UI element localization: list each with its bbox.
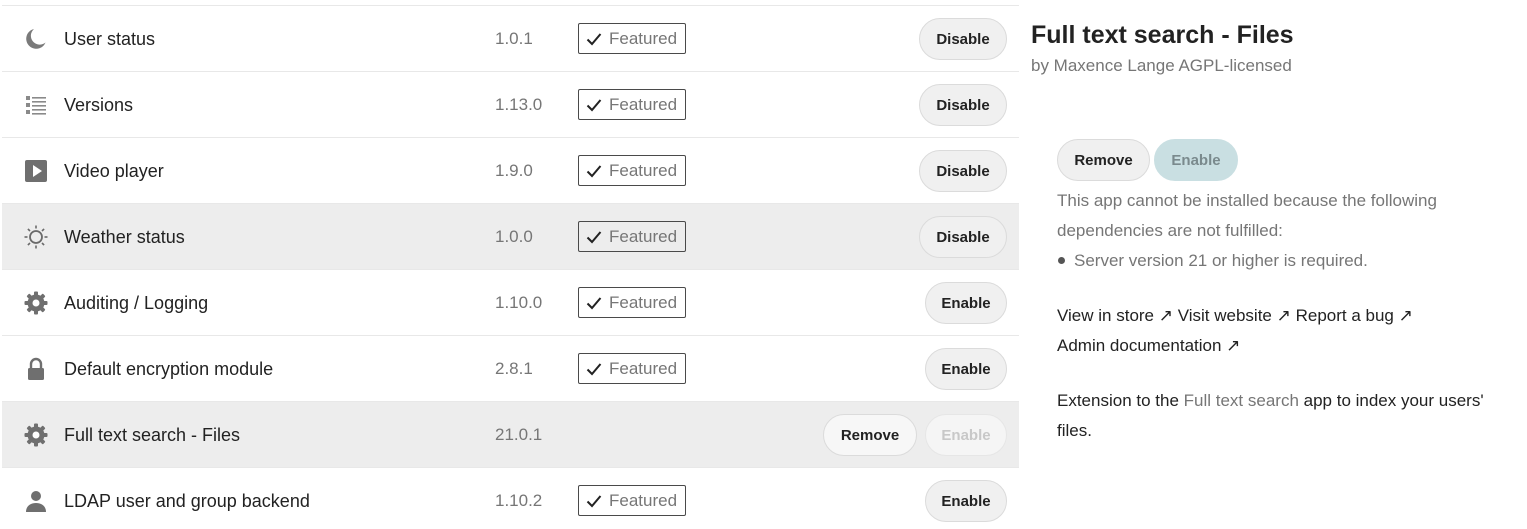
check-icon: [586, 362, 602, 375]
app-row[interactable]: Full text search - Files 21.0.1 Remove Enab…: [2, 402, 1019, 468]
app-row[interactable]: Auditing / Logging 1.10.0 Featured Enable: [2, 270, 1019, 336]
app-version: 21.0.1: [495, 425, 543, 444]
details-enable-button[interactable]: Enable: [1154, 139, 1238, 181]
app-name[interactable]: Weather status: [64, 204, 185, 270]
app-version: 1.10.0: [495, 293, 543, 312]
enable-button[interactable]: Enable: [925, 480, 1007, 522]
remove-button[interactable]: Remove: [823, 414, 917, 456]
moon-icon: [24, 27, 48, 51]
details-remove-button[interactable]: Remove: [1057, 139, 1150, 181]
app-version: 1.0.0: [495, 227, 533, 246]
app-description: Extension to the Full text search app to…: [1057, 386, 1507, 446]
app-name[interactable]: Versions: [64, 72, 133, 138]
enable-button[interactable]: Enable: [925, 348, 1007, 390]
app-name[interactable]: Video player: [64, 138, 164, 204]
enable-button[interactable]: Enable: [925, 282, 1007, 324]
app-row[interactable]: Weather status 1.0.0 Featured Disable: [2, 204, 1019, 270]
full-text-search-link[interactable]: Full text search: [1184, 391, 1299, 410]
app-links: View in store ↗ Visit website ↗ Report a…: [1057, 301, 1507, 361]
featured-badge: Featured: [578, 221, 686, 252]
check-icon: [586, 32, 602, 45]
details-title: Full text search - Files: [1031, 21, 1294, 49]
featured-label: Featured: [609, 28, 678, 48]
gear-icon: [24, 291, 48, 315]
featured-badge: Featured: [578, 485, 686, 516]
app-name[interactable]: Full text search - Files: [64, 402, 240, 468]
app-details-panel: Full text search - Files by Maxence Lang…: [1031, 0, 1511, 528]
featured-badge: Featured: [578, 287, 686, 318]
user-icon: [24, 489, 48, 513]
disable-button[interactable]: Disable: [919, 18, 1007, 60]
app-row[interactable]: Default encryption module 2.8.1 Featured En…: [2, 336, 1019, 402]
dependency-item: Server version 21 or higher is required.: [1074, 251, 1368, 270]
play-icon: [24, 159, 48, 183]
app-name[interactable]: User status: [64, 6, 155, 72]
description-prefix: Extension to the: [1057, 391, 1184, 410]
app-row[interactable]: Versions 1.13.0 Featured Disable: [2, 72, 1019, 138]
app-name[interactable]: Default encryption module: [64, 336, 273, 402]
featured-badge: Featured: [578, 89, 686, 120]
featured-badge: Featured: [578, 353, 686, 384]
featured-badge: Featured: [578, 23, 686, 54]
featured-label: Featured: [609, 358, 678, 378]
check-icon: [586, 230, 602, 243]
app-version: 1.10.2: [495, 491, 543, 510]
disable-button[interactable]: Disable: [919, 216, 1007, 258]
visit-website-link[interactable]: Visit website ↗: [1178, 306, 1291, 325]
featured-label: Featured: [609, 226, 678, 246]
bullet-icon: [1058, 256, 1065, 264]
list-icon: [24, 93, 48, 117]
check-icon: [586, 98, 602, 111]
app-row[interactable]: LDAP user and group backend 1.10.2 Feature…: [2, 468, 1019, 529]
sun-icon: [24, 225, 48, 249]
report-bug-link[interactable]: Report a bug ↗: [1296, 306, 1413, 325]
enable-button[interactable]: Enable: [925, 414, 1007, 456]
check-icon: [586, 494, 602, 507]
disable-button[interactable]: Disable: [919, 150, 1007, 192]
gear-icon: [24, 423, 48, 447]
check-icon: [586, 164, 602, 177]
featured-badge: Featured: [578, 155, 686, 186]
featured-label: Featured: [609, 292, 678, 312]
view-in-store-link[interactable]: View in store ↗: [1057, 306, 1173, 325]
disable-button[interactable]: Disable: [919, 84, 1007, 126]
app-row[interactable]: User status 1.0.1 Featured Disable: [2, 6, 1019, 72]
featured-label: Featured: [609, 94, 678, 114]
details-author: by Maxence Lange AGPL-licensed: [1031, 56, 1292, 75]
featured-label: Featured: [609, 160, 678, 180]
dependency-message: This app cannot be installed because the…: [1057, 191, 1437, 240]
app-version: 1.13.0: [495, 95, 543, 114]
app-version: 2.8.1: [495, 359, 533, 378]
lock-icon: [24, 357, 48, 381]
featured-label: Featured: [609, 490, 678, 510]
admin-documentation-link[interactable]: Admin documentation ↗: [1057, 336, 1240, 355]
app-version: 1.9.0: [495, 161, 533, 180]
dependency-list: Server version 21 or higher is required.: [1057, 246, 1368, 276]
app-version: 1.0.1: [495, 29, 533, 48]
check-icon: [586, 296, 602, 309]
app-row[interactable]: Video player 1.9.0 Featured Disable: [2, 138, 1019, 204]
app-name[interactable]: LDAP user and group backend: [64, 468, 310, 529]
app-name[interactable]: Auditing / Logging: [64, 270, 208, 336]
app-list: User status 1.0.1 Featured Disable Versions 1…: [2, 5, 1019, 529]
